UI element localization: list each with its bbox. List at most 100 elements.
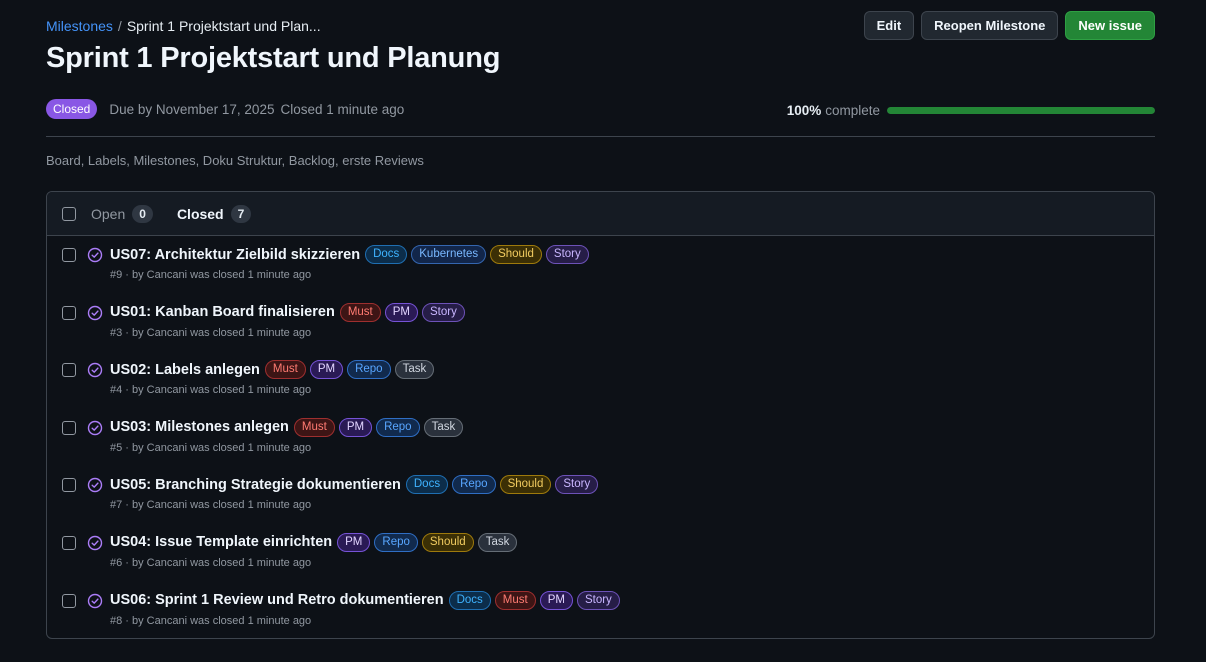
issue-meta: #5 · by Cancani was closed 1 minute ago [110,441,312,454]
issue-checkbox[interactable] [62,478,76,493]
status-badge: Closed [46,99,98,119]
label-must[interactable]: Must [264,360,306,380]
closed-issue-icon [87,420,103,435]
label-pm[interactable]: PM [384,302,418,322]
divider [46,136,1155,137]
issue-row: US02: Labels anlegen Must PM Repo Task #4 ·… [47,351,1154,409]
issue-row: US03: Milestones anlegen Must PM Repo Task … [47,409,1154,467]
issues-box: Open 0 Closed 7 US07: Architektur Zielbi… [46,191,1155,639]
issue-checkbox[interactable] [62,305,76,320]
issue-meta: #3 · by Cancani was closed 1 minute ago [110,326,312,339]
label-task[interactable]: Task [423,417,464,437]
milestone-description: Board, Labels, Milestones, Doku Struktur… [46,153,424,168]
label-docs[interactable]: Docs [365,245,408,264]
reopen-milestone-button[interactable]: Reopen Milestone [921,11,1059,40]
issue-title-link[interactable]: US06: Sprint 1 Review und Retro dokument… [110,592,444,608]
issue-checkbox[interactable] [62,593,76,608]
page-title: Sprint 1 Projektstart und Planung [46,42,501,74]
issue-title-link[interactable]: US01: Kanban Board finalisieren [110,304,335,320]
issue-meta: #7 · by Cancani was closed 1 minute ago [110,499,312,512]
closed-count: 7 [230,204,252,223]
issue-meta: #6 · by Cancani was closed 1 minute ago [110,556,312,569]
label-must[interactable]: Must [494,590,536,610]
closed-issue-icon [87,305,103,320]
label-must[interactable]: Must [293,417,335,437]
label-story[interactable]: Story [545,245,589,264]
issue-title-line: US07: Architektur Zielbild skizzieren Do… [110,245,589,264]
tab-open-label: Open [91,205,126,222]
issue-row: US05: Branching Strategie dokumentieren … [47,466,1154,524]
tab-closed[interactable]: Closed 7 [176,204,252,223]
issue-checkbox[interactable] [62,535,76,550]
label-pm[interactable]: PM [337,532,371,552]
label-docs[interactable]: Docs [448,590,491,610]
progress-bar [887,107,1155,114]
label-docs[interactable]: Docs [405,475,449,495]
issue-row: US06: Sprint 1 Review und Retro dokument… [47,582,1154,638]
issue-checkbox[interactable] [62,363,76,378]
progress-percent: 100% [786,103,822,118]
label-story[interactable]: Story [576,590,620,610]
label-task[interactable]: Task [394,360,435,380]
closed-time: Closed 1 minute ago [280,101,405,117]
closed-issue-icon [87,478,103,493]
breadcrumb-current: Sprint 1 Projektstart und Plan... [126,18,321,34]
closed-issue-icon [87,247,103,263]
issue-meta: #8 · by Cancani was closed 1 minute ago [110,614,312,627]
issue-checkbox[interactable] [62,248,76,262]
progress-suffix: complete [825,103,880,118]
label-repo[interactable]: Repo [374,532,418,552]
issue-meta: #4 · by Cancani was closed 1 minute ago [110,384,312,397]
milestone-page: Milestones / Sprint 1 Projektstart und P… [0,0,1206,662]
issue-title-link[interactable]: US02: Labels anlegen [110,362,260,378]
edit-button[interactable]: Edit [863,11,915,40]
new-issue-button[interactable]: New issue [1065,11,1155,40]
issue-title-line: US04: Issue Template einrichten PM Repo Sh… [110,532,518,552]
label-story[interactable]: Story [421,302,465,322]
closed-issue-icon [87,593,103,608]
breadcrumb: Milestones / Sprint 1 Projektstart und P… [46,18,321,34]
issue-title-link[interactable]: US04: Issue Template einrichten [110,534,332,550]
label-repo[interactable]: Repo [452,475,496,495]
progress-fill [887,107,1155,114]
label-should[interactable]: Should [490,245,542,264]
issue-title-link[interactable]: US05: Branching Strategie dokumentieren [110,477,401,493]
label-repo[interactable]: Repo [347,360,391,380]
label-kubernetes[interactable]: Kubernetes [411,245,487,264]
issues-header: Open 0 Closed 7 [47,192,1154,236]
issue-checkbox[interactable] [62,420,76,435]
issue-list: US07: Architektur Zielbild skizzieren Do… [47,236,1154,638]
label-repo[interactable]: Repo [376,417,420,437]
issue-row: US07: Architektur Zielbild skizzieren Do… [47,236,1154,294]
label-pm[interactable]: PM [309,360,344,380]
label-must[interactable]: Must [339,302,381,322]
milestone-meta: Closed Due by November 17, 2025 Closed 1… [46,99,404,119]
label-should[interactable]: Should [421,532,474,552]
label-task[interactable]: Task [477,532,518,552]
issue-meta: #9 · by Cancani was closed 1 minute ago [110,269,312,281]
closed-issue-icon [87,362,103,378]
issue-title-line: US01: Kanban Board finalisieren Must PM St… [110,302,465,322]
issue-row: US04: Issue Template einrichten PM Repo Sh… [47,524,1154,582]
header-actions: Edit Reopen Milestone New issue [863,11,1155,40]
select-all-checkbox[interactable] [62,206,76,221]
tab-open[interactable]: Open 0 [91,204,153,223]
breadcrumb-milestones-link[interactable]: Milestones [46,18,113,34]
label-pm[interactable]: PM [338,417,373,437]
open-count: 0 [132,204,153,223]
label-should[interactable]: Should [499,475,552,495]
closed-issue-icon [87,535,103,551]
issue-row: US01: Kanban Board finalisieren Must PM St… [47,294,1154,352]
breadcrumb-separator: / [117,18,122,34]
issue-title-line: US03: Milestones anlegen Must PM Repo Task [110,417,464,437]
issue-title-line: US02: Labels anlegen Must PM Repo Task [110,360,435,380]
issue-title-line: US05: Branching Strategie dokumentieren … [110,475,599,495]
issue-title-line: US06: Sprint 1 Review und Retro dokument… [110,590,620,610]
label-pm[interactable]: PM [539,590,573,610]
issue-title-link[interactable]: US07: Architektur Zielbild skizzieren [110,247,360,263]
tab-closed-label: Closed [176,205,224,222]
issue-title-link[interactable]: US03: Milestones anlegen [110,419,289,435]
label-story[interactable]: Story [555,475,599,495]
due-date: Due by November 17, 2025 [109,101,275,117]
progress: 100% complete [787,103,1155,118]
